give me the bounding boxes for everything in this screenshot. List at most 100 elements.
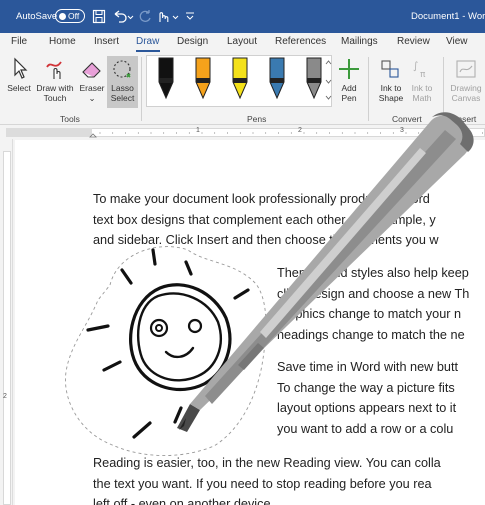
drawing-canvas-label-1: Drawing xyxy=(450,83,482,93)
text-line: click Design and choose a new Th xyxy=(277,286,470,301)
paragraph-2: Themes and styles also help keep click D… xyxy=(277,263,469,345)
draw-touch-icon xyxy=(46,61,62,79)
ruler-ticks xyxy=(89,132,483,138)
ink-to-shape-label-1: Ink to xyxy=(380,83,402,93)
eraser-icon xyxy=(82,62,101,78)
lasso-label-1: Lasso xyxy=(111,83,134,93)
group-divider xyxy=(141,57,142,121)
ribbon-tabs: File Home Insert Draw Design Layout Refe… xyxy=(0,33,485,53)
svg-text:π: π xyxy=(420,70,426,80)
ink-to-shape-icon xyxy=(381,60,399,78)
ink-to-math-button[interactable]: ∫ π Ink to Math xyxy=(408,57,436,103)
add-pen-label-1: Add xyxy=(341,83,357,93)
lasso-icon xyxy=(112,60,131,78)
document-title: Document1 - Wor xyxy=(411,11,485,22)
select-button[interactable]: Select xyxy=(4,57,34,93)
add-pen-button[interactable]: Add Pen xyxy=(336,57,362,103)
tab-review[interactable]: Review xyxy=(397,36,430,47)
ink-to-math-label-2: Math xyxy=(412,93,432,103)
ink-to-math-icon: ∫ π xyxy=(413,61,426,80)
svg-text:∫: ∫ xyxy=(413,61,418,72)
lasso-label-2: Select xyxy=(110,93,135,103)
ribbon: Select Draw with Touch Eraser ⌄ Lasso Se… xyxy=(0,53,485,125)
text-line: and sidebar. Click Insert and then choos… xyxy=(93,233,439,247)
drawing-canvas-icon xyxy=(456,60,476,78)
paragraph-4: Reading is easier, too, in the new Readi… xyxy=(93,453,441,505)
autosave-label: AutoSave xyxy=(16,11,58,22)
customize-toolbar-icon[interactable] xyxy=(184,9,196,24)
paragraph-3: Save time in Word with new butt To chang… xyxy=(277,357,458,439)
plus-icon xyxy=(339,59,359,79)
draw-touch-label-1: Draw with xyxy=(36,83,74,93)
ruler-number: 1 xyxy=(196,127,200,134)
text-line: layout options appears next to it xyxy=(277,401,457,415)
tab-references[interactable]: References xyxy=(275,36,326,47)
group-divider xyxy=(443,57,444,121)
touch-mode-icon[interactable] xyxy=(156,9,180,24)
tools-group-label: Tools xyxy=(60,114,80,124)
ruler-number: 2 xyxy=(298,127,302,134)
galaxy-pen-icon[interactable] xyxy=(269,57,285,100)
text-line: you want to add a row or a colu xyxy=(277,421,454,436)
orange-pencil-icon[interactable] xyxy=(195,57,211,100)
group-divider xyxy=(368,57,369,121)
indent-marker-icon[interactable] xyxy=(89,133,97,138)
eraser-button[interactable]: Eraser ⌄ xyxy=(77,57,107,103)
add-pen-label-2: Pen xyxy=(341,93,357,103)
tab-design[interactable]: Design xyxy=(177,36,208,47)
cursor-icon xyxy=(14,57,28,79)
tab-layout[interactable]: Layout xyxy=(227,36,257,47)
tab-file[interactable]: File xyxy=(11,36,27,47)
tab-insert[interactable]: Insert xyxy=(94,36,119,47)
gray-pencil-icon[interactable] xyxy=(306,57,322,100)
paragraph-1: To make your document look professionall… xyxy=(93,189,439,251)
tab-draw[interactable]: Draw xyxy=(136,36,159,47)
draw-with-touch-button[interactable]: Draw with Touch xyxy=(34,57,76,103)
yellow-highlighter-icon[interactable] xyxy=(232,57,248,100)
word-window: AutoSave Off Document1 - Wor File Home I… xyxy=(0,0,485,505)
ink-to-math-label-1: Ink to xyxy=(411,83,433,93)
black-pen-icon[interactable] xyxy=(158,57,174,100)
text-line: To make your document look professionall… xyxy=(93,192,430,206)
tab-mailings[interactable]: Mailings xyxy=(341,36,378,47)
horizontal-ruler: 1 2 3 xyxy=(0,125,485,139)
vertical-ruler-track xyxy=(3,151,11,505)
text-line: To change the way a picture fits xyxy=(277,380,455,395)
pens-row xyxy=(158,57,322,100)
drawing-canvas-button[interactable]: Drawing Canvas xyxy=(447,57,485,103)
document-page[interactable]: To make your document look professionall… xyxy=(15,140,485,505)
title-bar: AutoSave Off Document1 - Wor xyxy=(0,0,485,33)
text-line: left off - even on another device. xyxy=(93,497,275,505)
vertical-ruler-number: 2 xyxy=(3,393,7,400)
pens-scroll-icon[interactable] xyxy=(325,58,332,104)
text-line: headings change to match the ne xyxy=(277,327,465,342)
pens-group-label: Pens xyxy=(247,114,267,124)
text-line: text box designs that complement each ot… xyxy=(93,212,436,227)
toggle-knob xyxy=(59,12,66,20)
text-line: Save time in Word with new butt xyxy=(277,360,458,374)
tab-view[interactable]: View xyxy=(446,36,468,47)
text-line: the text you want. If you need to stop r… xyxy=(93,476,432,491)
lasso-select-button[interactable]: Lasso Select xyxy=(107,57,138,103)
autosave-state: Off xyxy=(68,11,80,21)
redo-icon[interactable] xyxy=(138,9,152,24)
eraser-label: Eraser xyxy=(79,83,105,93)
ink-to-shape-button[interactable]: Ink to Shape xyxy=(376,57,406,103)
text-line: Reading is easier, too, in the new Readi… xyxy=(93,456,441,470)
insert-group-label: Insert xyxy=(455,114,477,124)
text-line: graphics change to match your n xyxy=(277,307,462,321)
ruler-number: 3 xyxy=(400,127,404,134)
undo-icon[interactable] xyxy=(112,9,134,24)
convert-group-label: Convert xyxy=(392,114,422,124)
text-line: Themes and styles also help keep xyxy=(277,266,469,280)
ink-to-shape-label-2: Shape xyxy=(378,93,404,103)
select-label: Select xyxy=(7,83,31,93)
vertical-ruler: 2 xyxy=(0,139,13,505)
save-icon[interactable] xyxy=(92,9,106,24)
eraser-chevron-icon[interactable]: ⌄ xyxy=(77,93,107,103)
active-tab-indicator xyxy=(136,50,160,52)
autosave-toggle[interactable]: Off xyxy=(55,9,85,23)
drawing-canvas-label-2: Canvas xyxy=(451,93,481,103)
tab-home[interactable]: Home xyxy=(49,36,76,47)
draw-touch-label-2: Touch xyxy=(43,93,67,103)
